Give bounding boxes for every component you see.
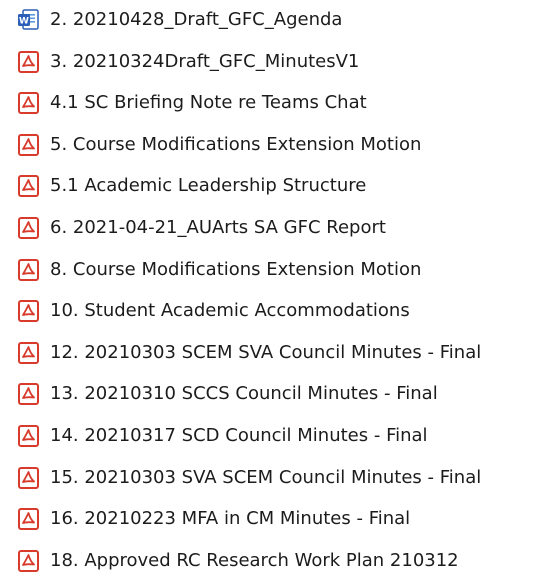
pdf-document-icon	[17, 133, 40, 157]
file-item-word[interactable]: W 2. 20210428_Draft_GFC_Agenda	[0, 0, 553, 42]
file-name: 5.1 Academic Leadership Structure	[50, 175, 367, 197]
file-item-pdf[interactable]: 4.1 SC Briefing Note re Teams Chat	[0, 83, 553, 125]
file-name: 15. 20210303 SVA SCEM Council Minutes - …	[50, 466, 482, 488]
file-list: W 2. 20210428_Draft_GFC_Agenda 3. 202103…	[0, 0, 553, 582]
file-item-pdf[interactable]: 6. 2021-04-21_AUArts SA GFC Report	[0, 208, 553, 250]
file-name: 13. 20210310 SCCS Council Minutes - Fina…	[50, 383, 438, 405]
file-item-pdf[interactable]: 15. 20210303 SVA SCEM Council Minutes - …	[0, 458, 553, 500]
file-name: 12. 20210303 SCEM SVA Council Minutes - …	[50, 341, 482, 363]
file-name: 18. Approved RC Research Work Plan 21031…	[50, 549, 459, 571]
pdf-document-icon	[17, 507, 40, 531]
file-name: 10. Student Academic Accommodations	[50, 300, 410, 322]
file-name: 6. 2021-04-21_AUArts SA GFC Report	[50, 216, 386, 238]
file-name: 4.1 SC Briefing Note re Teams Chat	[50, 92, 367, 114]
pdf-document-icon	[17, 382, 40, 406]
file-item-pdf[interactable]: 5.1 Academic Leadership Structure	[0, 166, 553, 208]
pdf-document-icon	[17, 174, 40, 198]
pdf-document-icon	[17, 341, 40, 365]
file-name: 16. 20210223 MFA in CM Minutes - Final	[50, 508, 411, 530]
pdf-document-icon	[17, 466, 40, 490]
file-item-pdf[interactable]: 3. 20210324Draft_GFC_MinutesV1	[0, 42, 553, 84]
pdf-document-icon	[17, 50, 40, 74]
pdf-document-icon	[17, 549, 40, 573]
pdf-document-icon	[17, 424, 40, 448]
file-item-pdf[interactable]: 14. 20210317 SCD Council Minutes - Final	[0, 416, 553, 458]
file-item-pdf[interactable]: 18. Approved RC Research Work Plan 21031…	[0, 541, 553, 583]
file-item-pdf[interactable]: 13. 20210310 SCCS Council Minutes - Fina…	[0, 374, 553, 416]
file-item-pdf[interactable]: 5. Course Modifications Extension Motion	[0, 125, 553, 167]
file-item-pdf[interactable]: 8. Course Modifications Extension Motion	[0, 250, 553, 292]
file-name: 2. 20210428_Draft_GFC_Agenda	[50, 9, 343, 30]
pdf-document-icon	[17, 258, 40, 282]
file-name: 3. 20210324Draft_GFC_MinutesV1	[50, 50, 360, 72]
file-name: 5. Course Modifications Extension Motion	[50, 133, 422, 155]
pdf-document-icon	[17, 91, 40, 115]
file-item-pdf[interactable]: 16. 20210223 MFA in CM Minutes - Final	[0, 499, 553, 541]
file-name: 8. Course Modifications Extension Motion	[50, 258, 422, 280]
file-item-pdf[interactable]: 10. Student Academic Accommodations	[0, 291, 553, 333]
pdf-document-icon	[17, 216, 40, 240]
pdf-document-icon	[17, 299, 40, 323]
file-name: 14. 20210317 SCD Council Minutes - Final	[50, 424, 428, 446]
word-document-icon: W	[17, 8, 40, 32]
file-item-pdf[interactable]: 12. 20210303 SCEM SVA Council Minutes - …	[0, 333, 553, 375]
svg-text:W: W	[19, 17, 29, 27]
